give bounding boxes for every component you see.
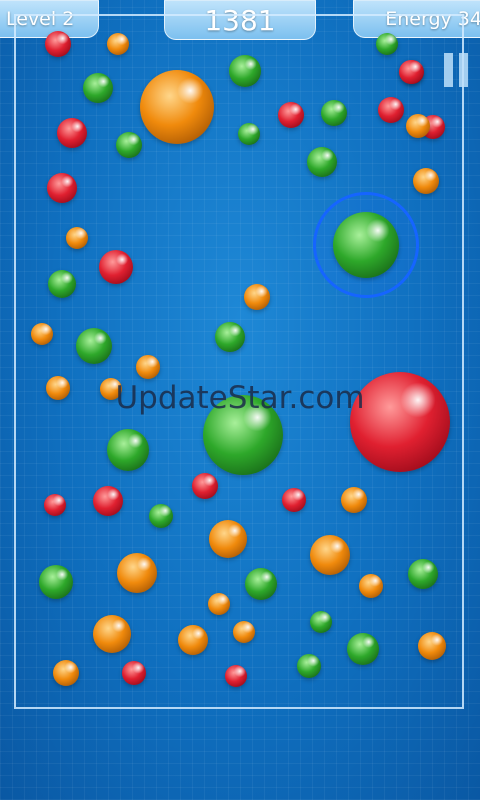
green-bubble[interactable] <box>107 429 149 471</box>
green-bubble[interactable] <box>408 559 438 589</box>
green-bubble[interactable] <box>333 212 399 278</box>
red-bubble[interactable] <box>192 473 218 499</box>
orange-bubble[interactable] <box>178 625 208 655</box>
red-bubble[interactable] <box>399 60 423 84</box>
orange-bubble[interactable] <box>93 615 131 653</box>
orange-bubble[interactable] <box>136 355 160 379</box>
orange-bubble[interactable] <box>406 114 430 138</box>
red-bubble[interactable] <box>122 661 146 685</box>
green-bubble[interactable] <box>347 633 379 665</box>
red-bubble[interactable] <box>47 173 77 203</box>
orange-bubble[interactable] <box>413 168 439 194</box>
orange-bubble[interactable] <box>31 323 53 345</box>
watermark-text: UpdateStar.com <box>115 380 365 416</box>
green-bubble[interactable] <box>376 33 398 55</box>
orange-bubble[interactable] <box>66 227 88 249</box>
green-bubble[interactable] <box>149 504 173 528</box>
red-bubble[interactable] <box>225 665 247 687</box>
green-bubble[interactable] <box>48 270 76 298</box>
orange-bubble[interactable] <box>359 574 383 598</box>
green-bubble[interactable] <box>310 611 332 633</box>
orange-bubble[interactable] <box>107 33 129 55</box>
green-bubble[interactable] <box>238 123 260 145</box>
green-bubble[interactable] <box>297 654 321 678</box>
orange-bubble[interactable] <box>208 593 230 615</box>
red-bubble[interactable] <box>99 250 133 284</box>
green-bubble[interactable] <box>245 568 277 600</box>
green-bubble[interactable] <box>307 147 337 177</box>
orange-bubble[interactable] <box>117 553 157 593</box>
red-bubble[interactable] <box>93 486 123 516</box>
green-bubble[interactable] <box>76 328 112 364</box>
green-bubble[interactable] <box>229 55 261 87</box>
red-bubble[interactable] <box>278 102 304 128</box>
green-bubble[interactable] <box>116 132 142 158</box>
orange-bubble[interactable] <box>53 660 79 686</box>
orange-bubble[interactable] <box>233 621 255 643</box>
green-bubble[interactable] <box>321 100 347 126</box>
orange-bubble[interactable] <box>341 487 367 513</box>
green-bubble[interactable] <box>215 322 245 352</box>
red-bubble[interactable] <box>45 31 71 57</box>
orange-bubble[interactable] <box>209 520 247 558</box>
red-bubble[interactable] <box>44 494 66 516</box>
green-bubble[interactable] <box>39 565 73 599</box>
orange-bubble[interactable] <box>244 284 270 310</box>
red-bubble[interactable] <box>282 488 306 512</box>
orange-bubble[interactable] <box>418 632 446 660</box>
green-bubble[interactable] <box>83 73 113 103</box>
red-bubble[interactable] <box>378 97 404 123</box>
orange-bubble[interactable] <box>310 535 350 575</box>
red-bubble[interactable] <box>57 118 87 148</box>
orange-bubble[interactable] <box>140 70 214 144</box>
